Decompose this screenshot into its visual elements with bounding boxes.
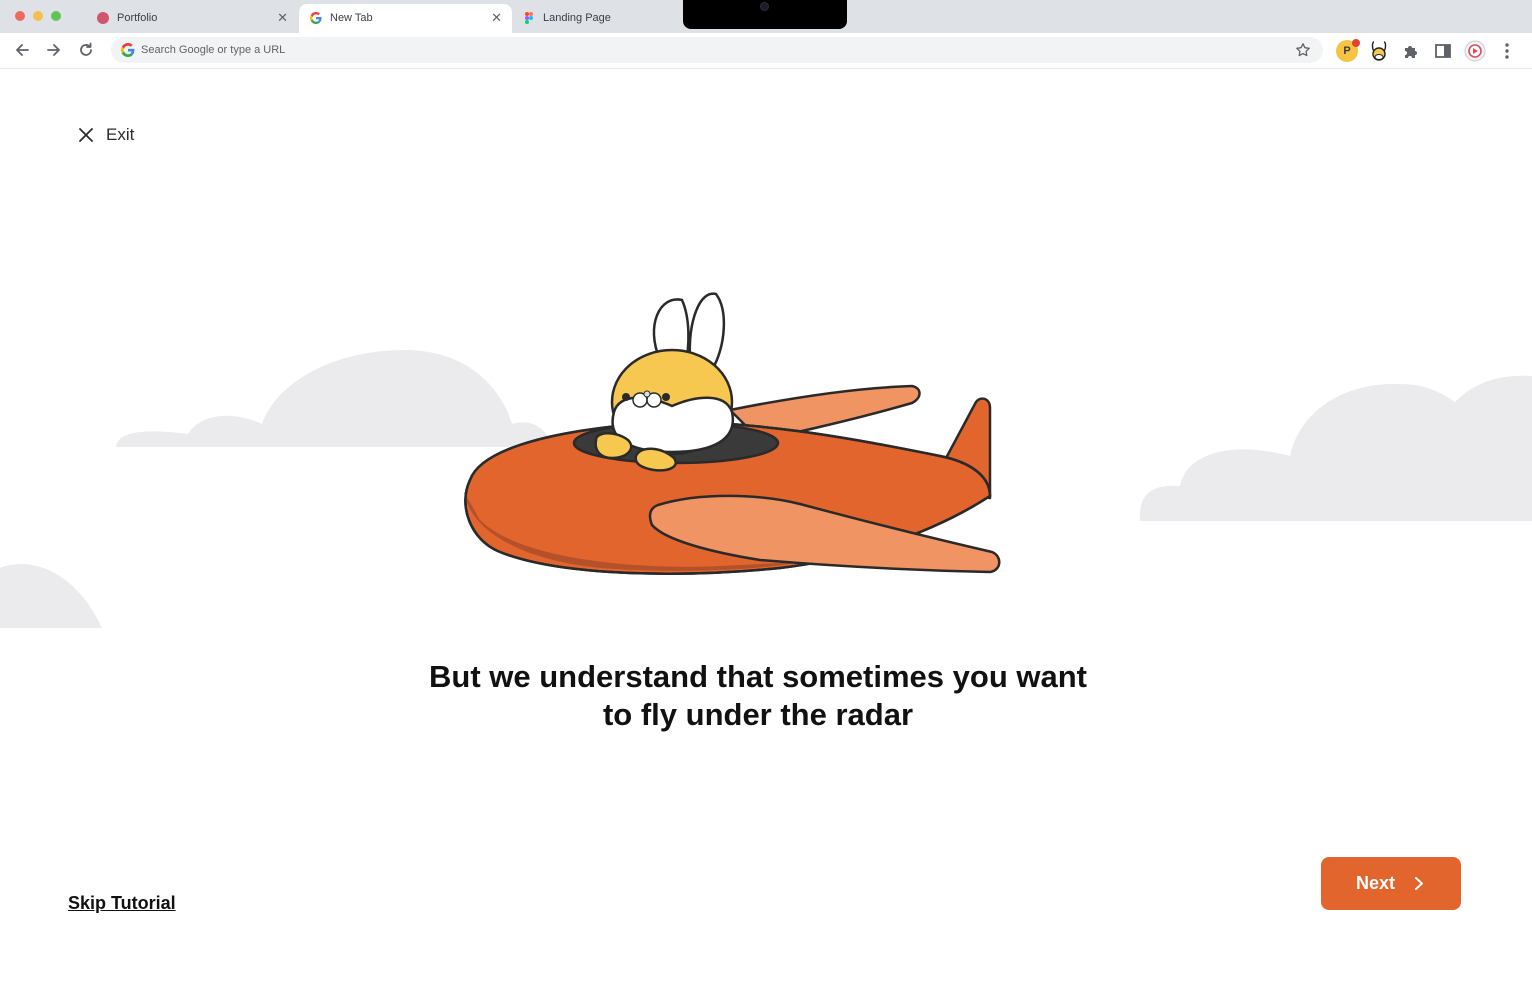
cloud-bottom-left [0,564,102,628]
skip-tutorial-link[interactable]: Skip Tutorial [68,893,176,914]
cloud-right [1139,375,1532,521]
cloud-left [116,350,552,447]
tab-title: Landing Page [543,12,611,24]
google-icon [310,12,322,24]
close-window-button[interactable] [15,11,25,21]
headline-line-1: But we understand that sometimes you wan… [429,659,1087,694]
exit-label: Exit [106,125,135,144]
minimize-window-button[interactable] [33,11,43,21]
figma-icon [525,12,533,24]
close-tab-icon[interactable]: ✕ [277,10,288,26]
extension-p-icon[interactable]: P [1336,39,1360,62]
bookmark-star-icon[interactable] [1295,42,1311,58]
tutorial-headline: But we understand that sometimes you wan… [380,658,1136,734]
close-tab-icon[interactable]: ✕ [491,10,502,26]
browser-toolbar: P [0,33,1532,69]
maximize-window-button[interactable] [51,11,61,21]
reload-icon[interactable] [77,41,95,59]
close-icon [79,128,93,142]
profile-avatar-icon[interactable] [1464,40,1486,62]
bunny-pilot [594,292,735,472]
extension-initial: P [1343,45,1351,57]
tab-new-tab[interactable]: New Tab ✕ [299,4,512,33]
notification-dot [1352,39,1360,47]
google-icon [121,43,135,57]
extensions-puzzle-icon[interactable] [1400,40,1422,62]
headline-line-2: to fly under the radar [602,697,914,732]
portfolio-favicon-icon [97,12,109,24]
address-bar[interactable] [111,37,1323,63]
next-button[interactable]: Next [1321,857,1461,910]
more-menu-icon[interactable] [1496,40,1518,62]
airplane-bunny-illustration [0,292,1532,628]
tab-title: New Tab [330,12,373,24]
tab-title: Portfolio [117,12,158,24]
camera-notch [683,0,847,29]
bunny-extension-icon[interactable] [1368,40,1390,62]
exit-button[interactable]: Exit [78,123,134,147]
url-input[interactable] [141,41,1241,59]
tab-landing-page[interactable]: Landing Page [512,4,684,33]
tab-portfolio[interactable]: Portfolio ✕ [86,4,298,33]
browser-tab-strip: Portfolio ✕ New Tab ✕ Landing Page [0,0,1532,33]
camera-icon [760,2,769,11]
back-arrow-icon[interactable] [13,41,31,59]
next-button-label: Next [1356,873,1396,893]
side-panel-icon[interactable] [1432,40,1454,62]
forward-arrow-icon[interactable] [45,41,63,59]
chevron-right-icon [1415,877,1423,890]
